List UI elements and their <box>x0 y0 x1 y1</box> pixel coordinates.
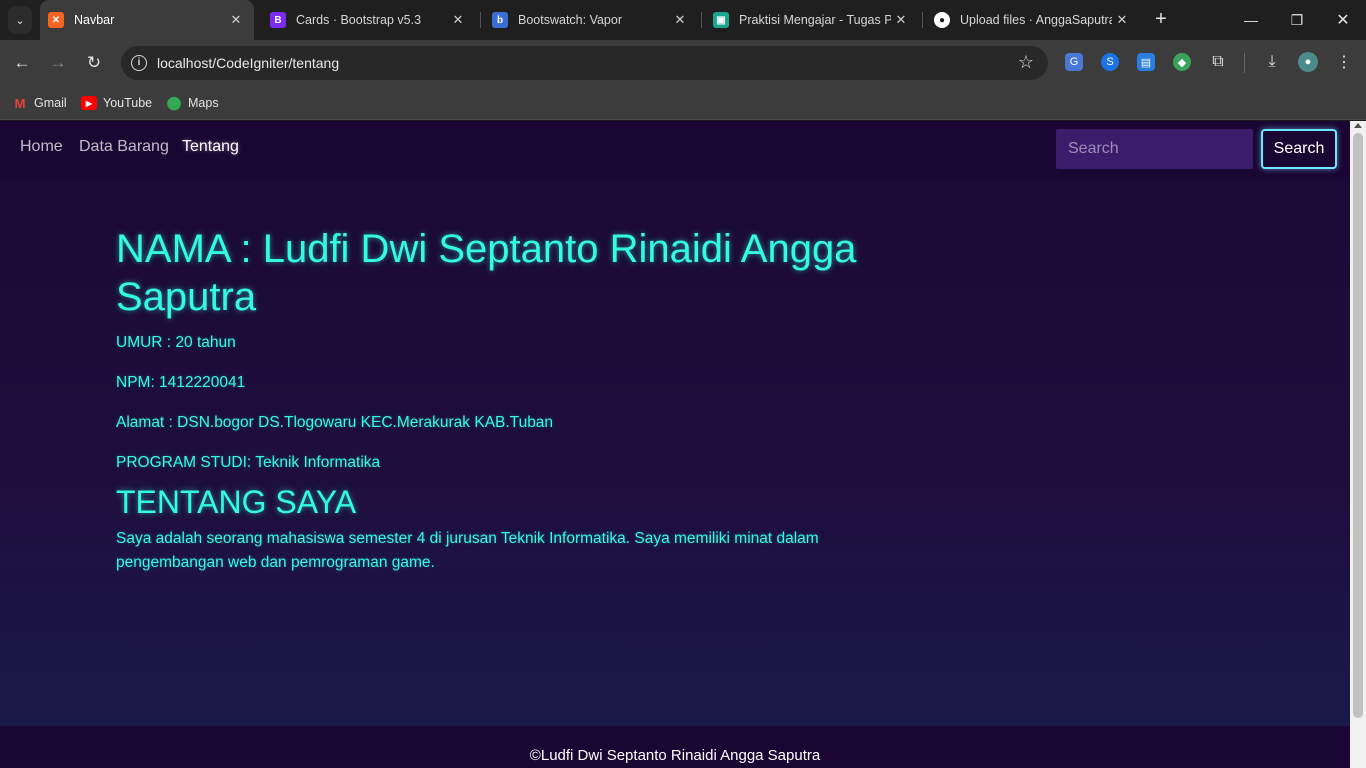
scroll-up-arrow-icon[interactable] <box>1354 123 1362 128</box>
extensions-puzzle-icon[interactable]: ⧉ <box>1209 53 1227 71</box>
profile-avatar[interactable]: ● <box>1298 52 1318 72</box>
github-icon: ● <box>934 12 950 28</box>
tab-search-button[interactable]: ⌄ <box>8 6 32 34</box>
minimize-button[interactable]: — <box>1228 0 1274 40</box>
menu-kebab-icon[interactable]: ⋮ <box>1335 53 1353 71</box>
tab-divider <box>922 12 923 28</box>
reload-button[interactable]: ↻ <box>81 50 107 76</box>
youtube-icon: ▶ <box>81 96 97 110</box>
address-text: Alamat : DSN.bogor DS.Tlogowaru KEC.Mera… <box>116 414 554 431</box>
about-heading: TENTANG SAYA <box>116 484 357 520</box>
docs-extension-icon[interactable]: ▤ <box>1137 53 1155 71</box>
tab-close-icon[interactable]: ✕ <box>226 12 246 28</box>
tab-close-icon[interactable]: ✕ <box>448 12 468 28</box>
translate-extension-icon[interactable]: G <box>1065 53 1083 71</box>
search-input[interactable]: Search <box>1056 129 1253 169</box>
nav-link-data-barang[interactable]: Data Barang <box>79 138 169 156</box>
bookmark-gmail[interactable]: M Gmail <box>12 93 67 113</box>
bookmark-star-icon[interactable]: ☆ <box>1018 52 1034 73</box>
nav-link-tentang[interactable]: Tentang <box>182 138 239 156</box>
tab-close-icon[interactable]: ✕ <box>1112 12 1132 28</box>
gmail-icon: M <box>14 95 26 111</box>
bookmark-maps[interactable]: ⬤ Maps <box>166 93 219 113</box>
site-info-icon[interactable]: i <box>131 55 147 71</box>
toolbar-divider <box>1244 53 1245 73</box>
tab-divider <box>701 12 702 28</box>
new-tab-button[interactable]: + <box>1150 8 1172 32</box>
browser-tab-bootswatch[interactable]: b Bootswatch: Vapor ✕ <box>484 0 698 40</box>
age-text: UMUR : 20 tahun <box>116 334 236 351</box>
search-button[interactable]: Search <box>1261 129 1337 169</box>
xampp-icon: ✕ <box>48 12 64 28</box>
maps-icon: ⬤ <box>166 95 182 110</box>
page-viewport: Home Data Barang Tentang Search Search N… <box>0 121 1350 768</box>
shazam-extension-icon[interactable]: S <box>1101 53 1119 71</box>
tab-close-icon[interactable]: ✕ <box>891 12 911 28</box>
name-heading: NAMA : Ludfi Dwi Septanto Rinaidi Angga … <box>116 227 857 319</box>
profile-content: NAMA : Ludfi Dwi Septanto Rinaidi Angga … <box>116 225 876 575</box>
back-button[interactable]: ← <box>9 50 35 76</box>
browser-tab-strip: ⌄ ✕ Navbar ✕ B Cards · Bootstrap v5.3 ✕ … <box>0 0 1366 40</box>
npm-text: NPM: 1412220041 <box>116 374 246 391</box>
tab-divider <box>480 12 481 28</box>
tab-close-icon[interactable]: ✕ <box>670 12 690 28</box>
page-scrollbar[interactable] <box>1350 121 1366 768</box>
restore-button[interactable]: ❐ <box>1274 0 1320 40</box>
browser-tab-bootstrap-cards[interactable]: B Cards · Bootstrap v5.3 ✕ <box>262 0 476 40</box>
nav-link-home[interactable]: Home <box>20 138 63 156</box>
browser-toolbar: ← → ↻ i localhost/CodeIgniter/tentang ☆ … <box>0 40 1366 86</box>
program-text: PROGRAM STUDI: Teknik Informatika <box>116 454 381 471</box>
close-window-button[interactable]: ✕ <box>1320 0 1366 40</box>
bootswatch-icon: b <box>492 12 508 28</box>
site-footer: ©Ludfi Dwi Septanto Rinaidi Angga Saputr… <box>0 726 1350 768</box>
browser-tab-navbar[interactable]: ✕ Navbar ✕ <box>40 0 254 40</box>
footer-copyright: ©Ludfi Dwi Septanto Rinaidi Angga Saputr… <box>529 747 821 764</box>
bookmark-youtube[interactable]: ▶ YouTube <box>81 93 152 113</box>
browser-tab-praktisi[interactable]: ▣ Praktisi Mengajar - Tugas Pe ✕ <box>705 0 919 40</box>
address-url[interactable]: localhost/CodeIgniter/tentang <box>157 55 339 71</box>
bootstrap-icon: B <box>270 12 286 28</box>
forward-button[interactable]: → <box>45 50 71 76</box>
classroom-icon: ▣ <box>713 12 729 28</box>
scrollbar-thumb[interactable] <box>1353 133 1363 718</box>
address-bar[interactable]: i localhost/CodeIgniter/tentang ☆ <box>121 46 1048 80</box>
site-navbar: Home Data Barang Tentang Search Search <box>0 121 1350 177</box>
download-icon[interactable]: ⤓ <box>1263 53 1281 71</box>
about-text: Saya adalah seorang mahasiswa semester 4… <box>116 530 819 571</box>
browser-tab-github[interactable]: ● Upload files · AnggaSaputra ✕ <box>926 0 1140 40</box>
bookmarks-bar: M Gmail ▶ YouTube ⬤ Maps <box>0 86 1366 120</box>
colorful-extension-icon[interactable]: ◆ <box>1173 53 1191 71</box>
